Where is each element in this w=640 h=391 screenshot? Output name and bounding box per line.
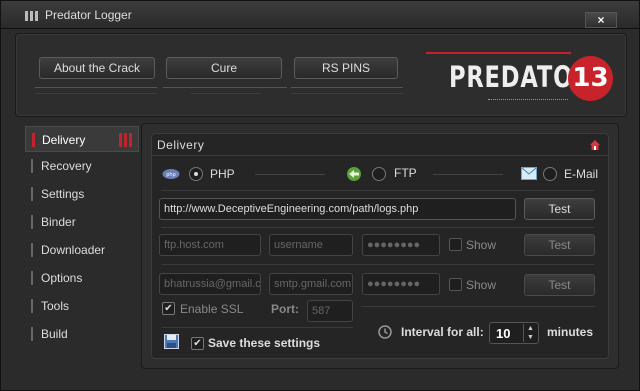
divider <box>291 87 403 88</box>
divider <box>163 87 287 88</box>
sidebar-marker <box>32 133 35 147</box>
interval-value: 10 <box>496 326 511 341</box>
ftp-show-label: Show <box>466 238 497 252</box>
ftp-show-checkbox[interactable] <box>449 238 462 251</box>
divider <box>152 155 608 156</box>
title-bar[interactable]: Predator Logger × <box>1 1 639 29</box>
sidebar-item-tools[interactable]: Tools <box>25 293 139 319</box>
email-show-checkbox[interactable] <box>449 278 462 291</box>
about-crack-button[interactable]: About the Crack <box>39 57 155 79</box>
smtp-server-input[interactable]: smtp.gmail.com <box>269 273 353 295</box>
divider <box>255 174 325 175</box>
sidebar-marker <box>31 243 33 257</box>
ftp-host-input[interactable]: ftp.host.com <box>159 234 261 256</box>
divider <box>35 87 157 88</box>
sidebar-item-label: Downloader <box>41 243 106 257</box>
save-settings-label: Save these settings <box>208 336 321 350</box>
php-test-button[interactable]: Test <box>524 198 595 220</box>
sidebar-marker <box>31 271 33 285</box>
chevron-down-icon[interactable]: ▼ <box>524 333 537 342</box>
logo-underline <box>488 99 568 100</box>
sidebar-item-downloader[interactable]: Downloader <box>25 237 139 263</box>
sidebar-item-label: Options <box>41 271 83 285</box>
stepper-buttons[interactable]: ▲ ▼ <box>523 324 537 342</box>
email-icon <box>521 167 537 180</box>
sidebar-marker <box>31 327 33 341</box>
sidebar-marker <box>31 187 33 201</box>
window-title: Predator Logger <box>45 8 132 22</box>
logo-badge: 13 <box>568 56 613 101</box>
chevron-up-icon[interactable]: ▲ <box>524 324 537 333</box>
php-radio[interactable] <box>189 167 203 181</box>
sidebar-item-settings[interactable]: Settings <box>25 181 139 207</box>
divider <box>161 264 594 265</box>
sidebar-item-build[interactable]: Build <box>25 321 139 347</box>
php-label: PHP <box>210 167 235 181</box>
sidebar-item-label: Settings <box>41 187 85 201</box>
sidebar-item-label: Binder <box>41 215 76 229</box>
divider <box>161 327 353 328</box>
panel-title: Delivery <box>157 138 205 152</box>
ftp-password-input[interactable]: ●●●●●●●● <box>362 234 440 256</box>
logo-bar <box>426 52 571 54</box>
home-icon[interactable] <box>589 139 601 151</box>
ftp-label: FTP <box>394 166 417 180</box>
sidebar-marker <box>31 215 33 229</box>
sidebar-item-label: Build <box>41 327 68 341</box>
sidebar-item-recovery[interactable]: Recovery <box>25 153 139 179</box>
divider <box>433 174 503 175</box>
close-button[interactable]: × <box>585 12 617 28</box>
ftp-radio[interactable] <box>372 167 386 181</box>
rs-pins-button[interactable]: RS PINS <box>294 57 398 79</box>
ftp-icon <box>347 167 361 181</box>
sidebar-marker <box>31 159 33 173</box>
port-label: Port: <box>271 302 299 316</box>
save-settings-checkbox[interactable]: ✔ <box>191 337 204 350</box>
enable-ssl-checkbox[interactable]: ✔ <box>162 302 175 315</box>
cure-button[interactable]: Cure <box>166 57 282 79</box>
interval-stepper[interactable]: 10 ▲ ▼ <box>489 322 539 344</box>
ftp-username-input[interactable]: username <box>269 234 353 256</box>
email-address-input[interactable]: bhatrussia@gmail.c <box>159 273 261 295</box>
interval-unit-label: minutes <box>547 325 594 339</box>
divider <box>35 93 157 94</box>
divider <box>161 190 594 191</box>
email-radio[interactable] <box>543 167 557 181</box>
clock-icon <box>378 325 392 339</box>
sidebar-item-binder[interactable]: Binder <box>25 209 139 235</box>
svg-text:php: php <box>166 172 176 178</box>
ftp-test-button[interactable]: Test <box>524 234 595 256</box>
sidebar-marker <box>31 299 33 313</box>
divider <box>161 227 594 228</box>
sidebar-item-label: Delivery <box>42 133 86 147</box>
divider <box>361 306 595 307</box>
divider <box>191 93 261 94</box>
main-window: Predator Logger × About the Crack Cure R… <box>0 0 640 391</box>
php-url-input[interactable]: http://www.DeceptiveEngineering.com/path… <box>159 198 516 220</box>
divider <box>291 93 403 94</box>
save-icon <box>164 334 179 349</box>
active-indicator-icon <box>119 133 132 147</box>
php-icon: php <box>162 169 180 179</box>
enable-ssl-label: Enable SSL <box>180 302 244 316</box>
sidebar-item-label: Recovery <box>41 159 92 173</box>
email-label: E-Mail <box>564 167 599 181</box>
sidebar-item-label: Tools <box>41 299 70 313</box>
app-icon <box>25 11 39 21</box>
email-show-label: Show <box>466 278 497 292</box>
interval-label: Interval for all: <box>401 325 484 339</box>
email-password-input[interactable]: ●●●●●●●● <box>362 273 440 295</box>
email-test-button[interactable]: Test <box>524 274 595 296</box>
sidebar-item-options[interactable]: Options <box>25 265 139 291</box>
sidebar-item-delivery[interactable]: Delivery <box>25 126 139 152</box>
port-input[interactable]: 587 <box>307 300 353 322</box>
